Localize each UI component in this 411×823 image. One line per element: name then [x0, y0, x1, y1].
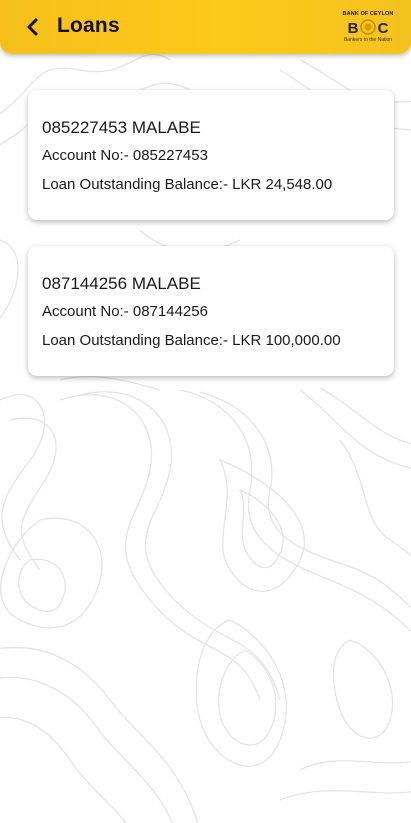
boc-logo-mark: B C	[348, 19, 389, 36]
logo-tagline: Bankers to the Nation	[343, 37, 393, 43]
app-header: Loans BANK OF CEYLON B C Bankers to the …	[0, 0, 411, 54]
svg-text:C: C	[378, 20, 389, 36]
loan-card[interactable]: 087144256 MALABE Account No:- 087144256 …	[28, 246, 394, 376]
loan-outstanding-balance: Loan Outstanding Balance:- LKR 100,000.0…	[42, 332, 341, 349]
loan-account-title: 085227453 MALABE	[42, 118, 201, 137]
svg-text:B: B	[348, 20, 359, 36]
loan-card[interactable]: 085227453 MALABE Account No:- 085227453 …	[28, 90, 394, 220]
logo-bank-name: BANK OF CEYLON	[342, 11, 394, 17]
loan-outstanding-balance: Loan Outstanding Balance:- LKR 24,548.00	[42, 176, 333, 193]
loan-account-number: Account No:- 085227453	[42, 147, 208, 164]
loan-account-number: Account No:- 087144256	[42, 303, 208, 320]
page-title: Loans	[57, 14, 120, 37]
loan-account-title: 087144256 MALABE	[42, 274, 201, 293]
back-button[interactable]	[18, 12, 48, 42]
chevron-left-icon	[27, 18, 38, 36]
bank-logo: BANK OF CEYLON B C Bankers to the Nation	[339, 11, 397, 45]
